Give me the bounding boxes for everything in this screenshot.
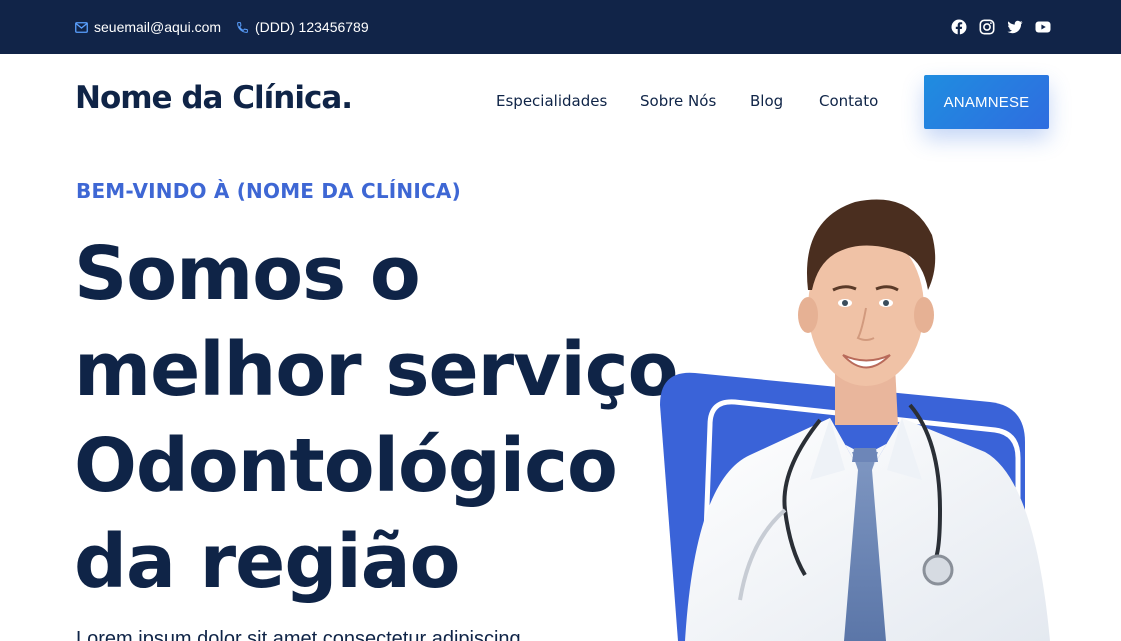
email-text: seuemail@aqui.com [94, 19, 222, 35]
topbar-phone[interactable]: (DDD) 123456789 [236, 0, 369, 54]
nav-item-contato[interactable]: Contato [819, 92, 878, 110]
nav-item-especialidades[interactable]: Especialidades [496, 92, 607, 110]
top-bar: seuemail@aqui.com (DDD) 123456789 [0, 0, 1121, 54]
instagram-icon[interactable] [979, 19, 995, 35]
envelope-icon [75, 21, 88, 33]
facebook-icon[interactable] [951, 19, 967, 35]
headline-line: Odontológico [74, 423, 618, 509]
twitter-icon[interactable] [1007, 19, 1023, 35]
topbar-email[interactable]: seuemail@aqui.com [75, 0, 221, 54]
social-links [951, 0, 1051, 54]
phone-icon [237, 21, 248, 33]
hero-subtext: Lorem ipsum dolor sit amet consectetur a… [76, 628, 521, 641]
hero-headline: Somos o melhor serviço Odontológico da r… [74, 226, 678, 610]
headline-line: Somos o [74, 231, 421, 317]
youtube-icon[interactable] [1035, 19, 1051, 35]
phone-text: (DDD) 123456789 [255, 19, 369, 35]
headline-line: da região [74, 519, 460, 605]
hero-doctor-image [660, 199, 1050, 641]
nav-item-blog[interactable]: Blog [750, 92, 783, 110]
nav-item-sobre-nos[interactable]: Sobre Nós [640, 92, 716, 110]
hero-eyebrow: BEM-VINDO À (NOME DA CLÍNICA) [76, 179, 461, 203]
anamnese-button[interactable]: ANAMNESE [924, 75, 1049, 129]
headline-line: melhor serviço [74, 327, 678, 413]
